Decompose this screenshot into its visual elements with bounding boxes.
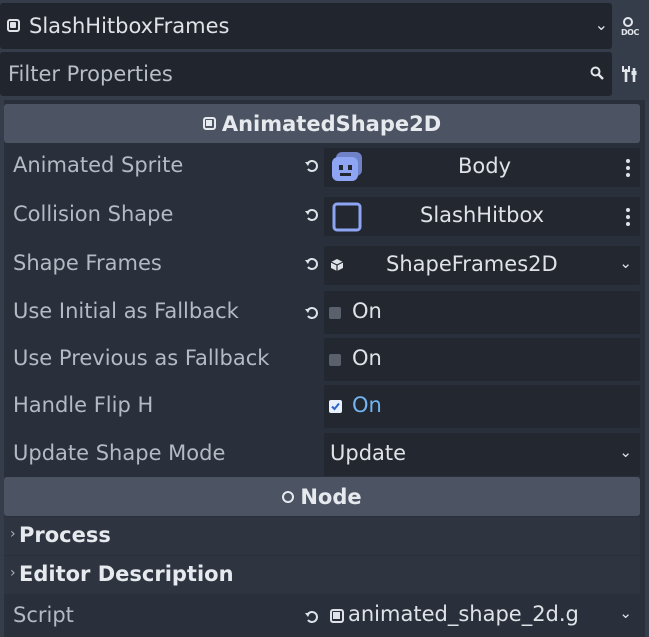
tools-icon[interactable] xyxy=(617,60,643,88)
node-picker-dropdown[interactable]: SlashHitboxFrames ⌄ xyxy=(0,3,612,49)
node-icon xyxy=(282,490,295,503)
update-shape-mode-value: Update xyxy=(330,441,407,465)
revert-icon[interactable] xyxy=(304,609,320,625)
shape-frames-picker[interactable]: ShapeFrames2D ⌄ xyxy=(324,246,640,285)
group-process[interactable]: › Process xyxy=(4,517,640,555)
collision-shape-label: Collision Shape xyxy=(13,202,174,226)
kebab-menu-icon[interactable] xyxy=(626,159,630,180)
kebab-menu-icon[interactable] xyxy=(626,208,630,229)
node-icon xyxy=(202,117,216,130)
revert-icon[interactable] xyxy=(304,256,320,272)
filter-properties-input[interactable] xyxy=(0,52,612,96)
checkbox-checked-icon xyxy=(329,400,342,413)
rectangle-shape-icon xyxy=(332,202,362,232)
script-picker[interactable]: animated_shape_2d.g ⌄ xyxy=(324,598,640,637)
filter-properties-field[interactable] xyxy=(0,52,612,96)
chevron-right-icon: › xyxy=(10,565,16,581)
node-name: SlashHitboxFrames xyxy=(29,14,230,38)
section-title: Node xyxy=(300,484,362,509)
section-header-node[interactable]: Node xyxy=(4,477,640,516)
section-header-animatedshape2d[interactable]: AnimatedShape2D xyxy=(4,104,640,143)
group-editor-description-title: Editor Description xyxy=(19,562,234,586)
script-icon xyxy=(330,609,344,623)
chevron-down-icon: ⌄ xyxy=(619,443,632,461)
script-value: animated_shape_2d.g xyxy=(348,602,579,626)
revert-icon[interactable] xyxy=(304,207,320,223)
use-previous-fallback-label: Use Previous as Fallback xyxy=(13,346,270,370)
use-previous-fallback-checkbox[interactable]: On xyxy=(324,338,640,381)
revert-icon[interactable] xyxy=(304,305,320,321)
resource-cube-icon xyxy=(330,259,344,271)
use-initial-fallback-value: On xyxy=(352,299,382,323)
group-process-title: Process xyxy=(19,523,111,547)
collision-shape-picker[interactable]: SlashHitbox xyxy=(324,197,640,236)
section-title: AnimatedShape2D xyxy=(221,111,442,136)
use-initial-fallback-label: Use Initial as Fallback xyxy=(13,299,239,323)
handle-flip-h-value: On xyxy=(352,393,382,417)
script-label: Script xyxy=(13,603,74,627)
checkbox-unchecked-icon xyxy=(329,307,341,319)
node-icon xyxy=(7,19,20,32)
chevron-right-icon: › xyxy=(10,526,16,542)
use-initial-fallback-checkbox[interactable]: On xyxy=(324,291,640,334)
update-shape-mode-select[interactable]: Update ⌄ xyxy=(324,433,640,476)
chevron-down-icon: ⌄ xyxy=(594,15,608,34)
search-icon xyxy=(590,66,604,80)
update-shape-mode-label: Update Shape Mode xyxy=(13,441,226,465)
use-previous-fallback-value: On xyxy=(352,346,382,370)
sprite-icon xyxy=(332,152,362,181)
chevron-down-icon[interactable]: ⌄ xyxy=(619,604,632,622)
revert-icon[interactable] xyxy=(304,158,320,174)
animated-sprite-picker[interactable]: Body xyxy=(324,148,640,187)
chevron-down-icon[interactable]: ⌄ xyxy=(619,254,632,272)
doc-button[interactable]: DOC xyxy=(614,3,649,49)
animated-sprite-value: Body xyxy=(458,154,512,178)
shape-frames-value: ShapeFrames2D xyxy=(386,252,558,276)
handle-flip-h-checkbox[interactable]: On xyxy=(324,385,640,428)
group-editor-description[interactable]: › Editor Description xyxy=(4,556,640,594)
collision-shape-value: SlashHitbox xyxy=(420,203,545,227)
animated-sprite-label: Animated Sprite xyxy=(13,153,184,177)
checkbox-unchecked-icon xyxy=(329,354,341,366)
handle-flip-h-label: Handle Flip H xyxy=(13,393,154,417)
shape-frames-label: Shape Frames xyxy=(13,251,162,275)
